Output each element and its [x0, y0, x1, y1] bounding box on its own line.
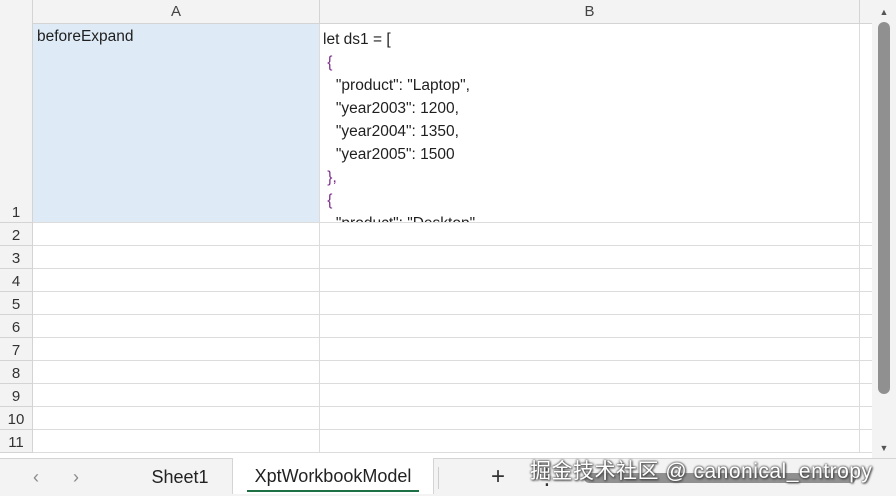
cell-b9[interactable] [320, 384, 860, 407]
cell-c4[interactable] [860, 269, 872, 292]
row-header-8[interactable]: 8 [0, 361, 33, 384]
cell-a4[interactable] [33, 269, 320, 292]
cell-a5[interactable] [33, 292, 320, 315]
code-line: "year2004": 1350, [323, 123, 459, 140]
vertical-scroll-thumb[interactable] [878, 22, 890, 394]
tab-xptworkbookmodel[interactable]: XptWorkbookModel [232, 458, 434, 494]
row-header-5[interactable]: 5 [0, 292, 33, 315]
cell-a1-text: beforeExpand [37, 28, 134, 45]
cell-a7[interactable] [33, 338, 320, 361]
next-sheet-icon[interactable]: › [66, 467, 86, 488]
cell-c6[interactable] [860, 315, 872, 338]
cell-a6[interactable] [33, 315, 320, 338]
cell-c5[interactable] [860, 292, 872, 315]
row-header-9[interactable]: 9 [0, 384, 33, 407]
row-header-2[interactable]: 2 [0, 223, 33, 246]
cell-c1[interactable] [860, 24, 872, 223]
cell-a9[interactable] [33, 384, 320, 407]
scroll-down-icon[interactable]: ▼ [878, 442, 890, 454]
row-header-4[interactable]: 4 [0, 269, 33, 292]
cell-b11[interactable] [320, 430, 860, 453]
scroll-up-icon[interactable]: ▲ [878, 6, 890, 18]
row-header-7[interactable]: 7 [0, 338, 33, 361]
prev-sheet-icon[interactable]: ‹ [26, 467, 46, 488]
cell-b7[interactable] [320, 338, 860, 361]
cell-c3[interactable] [860, 246, 872, 269]
code-line: "product": "Laptop", [323, 77, 470, 94]
cell-b1[interactable]: let ds1 = [ { "product": "Laptop", "year… [320, 24, 860, 223]
cell-b2[interactable] [320, 223, 860, 246]
column-header-b[interactable]: B [320, 0, 860, 24]
cell-b5[interactable] [320, 292, 860, 315]
row-header-10[interactable]: 10 [0, 407, 33, 430]
code-line: "year2003": 1200, [323, 100, 459, 117]
cell-a1[interactable]: beforeExpand [33, 24, 320, 223]
cell-c7[interactable] [860, 338, 872, 361]
cell-c8[interactable] [860, 361, 872, 384]
column-header-bar: A B [0, 0, 872, 24]
row-header-3[interactable]: 3 [0, 246, 33, 269]
watermark: 掘金技术社区 @ canonical_entropy [530, 460, 873, 483]
tab-divider [438, 467, 439, 489]
code-line: let ds1 = [ [323, 31, 391, 48]
code-line: "product": "Desktop", [323, 212, 480, 222]
tab-xptworkbookmodel-label: XptWorkbookModel [246, 462, 420, 492]
cell-a8[interactable] [33, 361, 320, 384]
code-line: { [323, 192, 333, 209]
cell-c11[interactable] [860, 430, 872, 453]
row-header-11[interactable]: 11 [0, 430, 33, 453]
column-header-c[interactable] [860, 0, 872, 24]
cell-a10[interactable] [33, 407, 320, 430]
cell-b4[interactable] [320, 269, 860, 292]
cell-c10[interactable] [860, 407, 872, 430]
cell-b1-code: let ds1 = [ { "product": "Laptop", "year… [323, 28, 480, 222]
cell-a3[interactable] [33, 246, 320, 269]
cell-a2[interactable] [33, 223, 320, 246]
cell-b6[interactable] [320, 315, 860, 338]
row-header-1[interactable]: 1 [0, 24, 33, 223]
add-sheet-button[interactable]: + [486, 463, 510, 491]
cell-a11[interactable] [33, 430, 320, 453]
tab-sheet1[interactable]: Sheet1 [140, 459, 220, 495]
column-header-a[interactable]: A [33, 0, 320, 24]
cell-c9[interactable] [860, 384, 872, 407]
code-line: "year2005": 1500 [323, 146, 455, 163]
cell-b3[interactable] [320, 246, 860, 269]
row-header-6[interactable]: 6 [0, 315, 33, 338]
cell-b8[interactable] [320, 361, 860, 384]
code-line: { [323, 54, 333, 71]
select-all-corner[interactable] [0, 0, 33, 24]
cell-b10[interactable] [320, 407, 860, 430]
code-line: }, [323, 169, 337, 186]
cell-c2[interactable] [860, 223, 872, 246]
